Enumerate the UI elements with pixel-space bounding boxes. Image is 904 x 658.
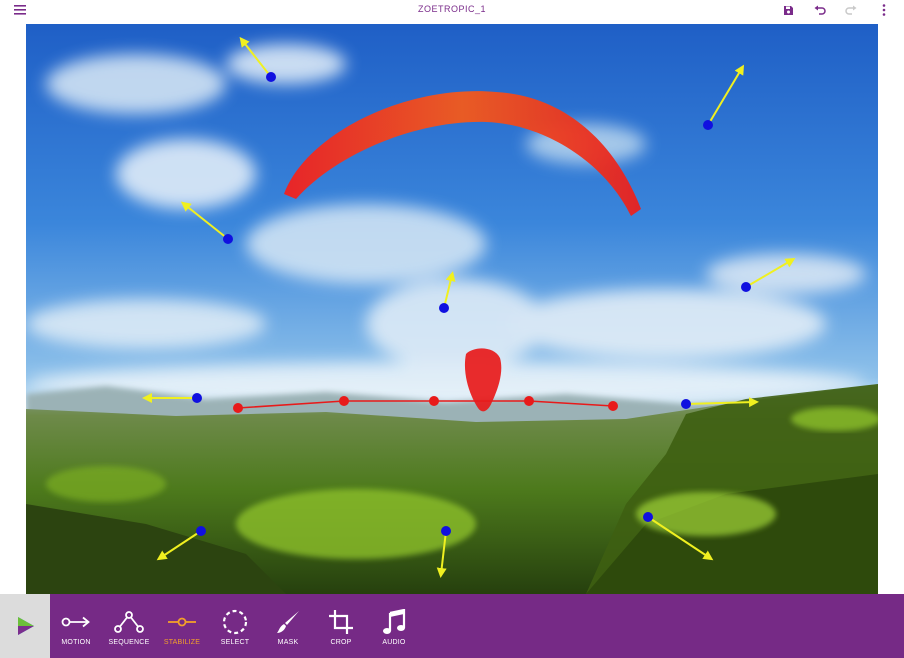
anchor-point[interactable]	[233, 403, 243, 413]
motion-point[interactable]	[741, 282, 751, 292]
anchor-point[interactable]	[608, 401, 618, 411]
tool-crop[interactable]: CROP	[315, 594, 367, 658]
paraglider-over-valley-photo	[26, 24, 878, 594]
tool-stabilize[interactable]: STABILIZE	[156, 594, 208, 658]
select-icon	[222, 608, 248, 636]
mask-brush-icon	[275, 608, 301, 636]
tool-mask[interactable]: MASK	[262, 594, 314, 658]
tool-select[interactable]: SELECT	[209, 594, 261, 658]
tool-label: MASK	[277, 639, 299, 646]
tool-motion[interactable]: MOTION	[50, 594, 102, 658]
tool-label: AUDIO	[382, 639, 406, 646]
motion-point[interactable]	[266, 72, 276, 82]
motion-point[interactable]	[192, 393, 202, 403]
more-vert-icon[interactable]	[876, 2, 892, 18]
play-button[interactable]	[0, 594, 50, 658]
tool-label: SELECT	[220, 639, 250, 646]
project-title: ZOETROPIC_1	[417, 4, 486, 14]
motion-point[interactable]	[703, 120, 713, 130]
motion-icon	[61, 608, 91, 636]
motion-point[interactable]	[681, 399, 691, 409]
tool-label: STABILIZE	[163, 639, 201, 646]
save-icon[interactable]	[780, 2, 796, 18]
sequence-icon	[114, 608, 144, 636]
audio-note-icon	[382, 608, 406, 636]
tool-audio[interactable]: AUDIO	[368, 594, 420, 658]
motion-point[interactable]	[643, 512, 653, 522]
photo-canvas[interactable]	[26, 24, 878, 594]
motion-point[interactable]	[441, 526, 451, 536]
motion-point[interactable]	[223, 234, 233, 244]
tool-label: SEQUENCE	[108, 639, 150, 646]
motion-point[interactable]	[439, 303, 449, 313]
tool-label: CROP	[330, 639, 352, 646]
tool-label: MOTION	[61, 639, 91, 646]
stabilize-icon	[167, 608, 197, 636]
undo-icon[interactable]	[812, 2, 828, 18]
redo-icon[interactable]	[843, 2, 859, 18]
crop-icon	[328, 608, 354, 636]
anchor-point[interactable]	[524, 396, 534, 406]
play-icon	[18, 617, 34, 635]
anchor-point[interactable]	[339, 396, 349, 406]
top-app-bar: ZOETROPIC_1	[0, 0, 904, 20]
tool-sequence[interactable]: SEQUENCE	[103, 594, 155, 658]
anchor-point[interactable]	[429, 396, 439, 406]
motion-point[interactable]	[196, 526, 206, 536]
bottom-toolbar: MOTION SEQUENCE STABILIZE SELECT MASK CR…	[0, 594, 904, 658]
